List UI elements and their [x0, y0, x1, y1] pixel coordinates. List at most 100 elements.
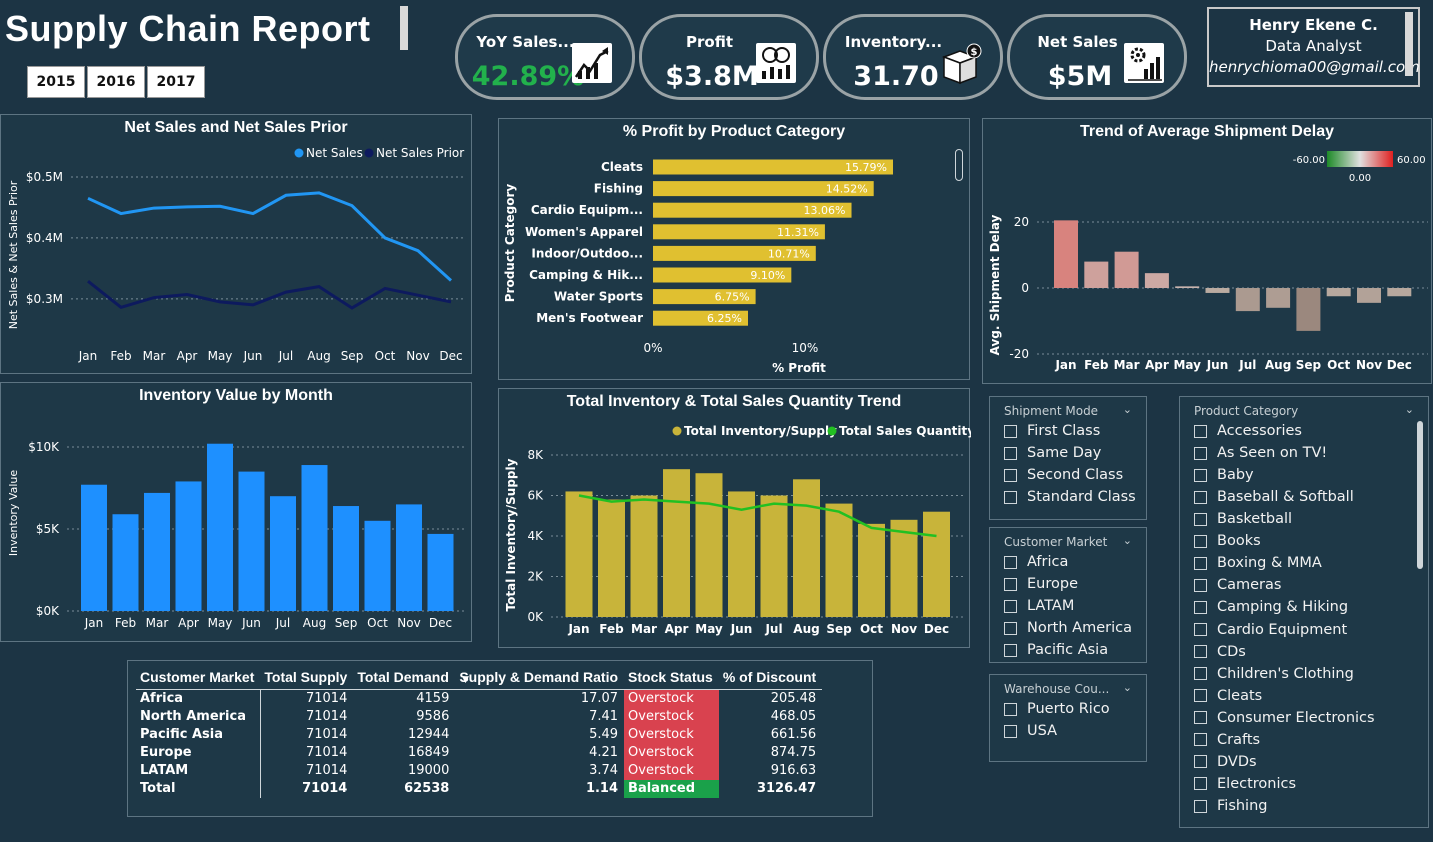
profit-chart-scrollbar[interactable]: [955, 149, 963, 181]
slicer-option[interactable]: Same Day: [1004, 445, 1101, 461]
inventory-value-bar-chart[interactable]: $0K $5K $10K Jan Feb Mar Apr May Jun Jul Aug Sep Oct…: [1, 383, 473, 643]
checkbox[interactable]: [1194, 667, 1207, 681]
slicer-option[interactable]: LATAM: [1004, 598, 1074, 614]
y-tick-label: 8K: [527, 448, 544, 462]
slicer-option[interactable]: Books: [1194, 533, 1261, 549]
slicer-option[interactable]: CDs: [1194, 644, 1246, 660]
slicer-option[interactable]: Consumer Electronics: [1194, 710, 1375, 726]
category-slicer-scrollbar[interactable]: [1417, 421, 1423, 569]
checkbox[interactable]: [1004, 490, 1017, 504]
slicer-option[interactable]: Camping & Hiking: [1194, 599, 1348, 615]
profit-category-bar-chart[interactable]: 15.79% Cleats 14.52% Fishing 13.06% Cardio Eq…: [499, 119, 971, 381]
x-tick-label: Nov: [397, 616, 420, 630]
table-row[interactable]: Africa 71014 4159 17.07 Overstock 205.48: [136, 689, 822, 708]
checkbox[interactable]: [1194, 777, 1207, 791]
checkbox[interactable]: [1004, 643, 1017, 657]
checkbox[interactable]: [1194, 799, 1207, 813]
checkbox[interactable]: [1194, 600, 1207, 614]
x-tick-label: Jul: [1238, 358, 1256, 372]
supply-demand-table: ▼ Customer Market Total Supply Total Dem…: [127, 660, 873, 817]
checkbox[interactable]: [1004, 621, 1017, 635]
slicer-option[interactable]: Children's Clothing: [1194, 666, 1354, 682]
slicer-option[interactable]: Second Class: [1004, 467, 1123, 483]
y-axis-label: Total Inventory/Supply: [504, 458, 518, 611]
slicer-option[interactable]: Cameras: [1194, 577, 1281, 593]
slicer-option[interactable]: Boxing & MMA: [1194, 555, 1322, 571]
slicer-option[interactable]: Africa: [1004, 554, 1068, 570]
data-label: 15.79%: [845, 161, 887, 174]
slicer-option[interactable]: Cardio Equipment: [1194, 622, 1347, 638]
slicer-option[interactable]: North America: [1004, 620, 1132, 636]
slicer-option[interactable]: Europe: [1004, 576, 1078, 592]
checkbox[interactable]: [1194, 512, 1207, 526]
slicer-option-label: USA: [1027, 723, 1058, 739]
slicer-option[interactable]: First Class: [1004, 423, 1100, 439]
checkbox[interactable]: [1194, 711, 1207, 725]
x-axis-label: % Profit: [772, 361, 826, 375]
year-button-2017[interactable]: 2017: [147, 66, 205, 98]
checkbox[interactable]: [1004, 446, 1017, 460]
table-row[interactable]: LATAM 71014 19000 3.74 Overstock 916.63: [136, 761, 822, 780]
checkbox[interactable]: [1194, 733, 1207, 747]
year-button-2016[interactable]: 2016: [87, 66, 145, 98]
slicer-option[interactable]: Basketball: [1194, 511, 1292, 527]
checkbox[interactable]: [1194, 556, 1207, 570]
checkbox[interactable]: [1194, 578, 1207, 592]
year-button-2015[interactable]: 2015: [27, 66, 85, 98]
slicer-option[interactable]: Cleats: [1194, 688, 1262, 704]
legend-min: -60.00: [1293, 155, 1325, 166]
checkbox[interactable]: [1194, 534, 1207, 548]
x-tick-label: Jul: [764, 622, 782, 636]
slicer-option[interactable]: Fishing: [1194, 798, 1267, 814]
slicer-option[interactable]: Crafts: [1194, 732, 1260, 748]
cell-total-demand: 12944: [407, 727, 450, 742]
table-row[interactable]: Pacific Asia 71014 12944 5.49 Overstock 661.5…: [136, 725, 822, 744]
chevron-down-icon[interactable]: ⌄: [1123, 681, 1132, 694]
table-total-row[interactable]: Total 71014 62538 1.14 Balanced 3126.47: [136, 779, 822, 798]
checkbox[interactable]: [1004, 599, 1017, 613]
checkbox[interactable]: [1194, 490, 1207, 504]
shipment-delay-bar-chart[interactable]: -60.00 60.00 0.00 -20 0 20 Jan Feb Mar Apr May Jun J…: [983, 119, 1433, 385]
checkbox[interactable]: [1004, 724, 1017, 738]
checkbox[interactable]: [1194, 645, 1207, 659]
slicer-option[interactable]: As Seen on TV!: [1194, 445, 1327, 461]
column-header[interactable]: Stock Status: [624, 667, 719, 690]
checkbox[interactable]: [1004, 577, 1017, 591]
net-sales-line-chart[interactable]: $0.3M $0.4M $0.5M Jan Feb Mar Apr May Jun Jul Aug S…: [1, 115, 473, 375]
checkbox[interactable]: [1194, 755, 1207, 769]
slicer-option-label: CDs: [1217, 643, 1246, 660]
chevron-down-icon[interactable]: ⌄: [1123, 403, 1132, 416]
slicer-option[interactable]: Accessories: [1194, 423, 1302, 439]
slicer-option[interactable]: Pacific Asia: [1004, 642, 1108, 658]
slicer-option[interactable]: Standard Class: [1004, 489, 1136, 505]
checkbox[interactable]: [1004, 555, 1017, 569]
checkbox[interactable]: [1004, 424, 1017, 438]
checkbox[interactable]: [1194, 689, 1207, 703]
checkbox[interactable]: [1004, 702, 1017, 716]
column-header[interactable]: % of Discount: [718, 667, 823, 690]
checkbox[interactable]: [1194, 623, 1207, 637]
slicer-option[interactable]: Baseball & Softball: [1194, 489, 1354, 505]
slicer-option[interactable]: Puerto Rico: [1004, 701, 1110, 717]
slicer-option[interactable]: DVDs: [1194, 754, 1257, 770]
table-row[interactable]: Europe 71014 16849 4.21 Overstock 874.75: [136, 743, 822, 762]
column-header[interactable]: Customer Market: [136, 667, 261, 690]
column-header[interactable]: Total Supply: [260, 667, 354, 690]
slicer-option[interactable]: USA: [1004, 723, 1057, 739]
chevron-down-icon[interactable]: ⌄: [1405, 403, 1414, 416]
chevron-down-icon[interactable]: ⌄: [1123, 534, 1132, 547]
inventory-sales-combo-chart[interactable]: 0K2K4K6K8KTotal Inventory/Supply Total Sa…: [499, 389, 971, 649]
x-tick-label: Jul: [275, 616, 290, 630]
checkbox[interactable]: [1004, 468, 1017, 482]
column-header[interactable]: Supply & Demand Ratio: [455, 667, 625, 690]
slicer-option[interactable]: Baby: [1194, 467, 1254, 483]
slicer-option[interactable]: Electronics: [1194, 776, 1296, 792]
checkbox[interactable]: [1194, 424, 1207, 438]
slicer-option-label: Second Class: [1027, 467, 1124, 483]
cell-discount: 205.48: [770, 691, 817, 707]
checkbox[interactable]: [1194, 468, 1207, 482]
table-row[interactable]: North America 71014 9586 7.41 Overstock 468.0…: [136, 707, 822, 726]
checkbox[interactable]: [1194, 446, 1207, 460]
x-tick-label: Dec: [924, 622, 949, 636]
column-header[interactable]: Total Demand: [353, 667, 456, 690]
